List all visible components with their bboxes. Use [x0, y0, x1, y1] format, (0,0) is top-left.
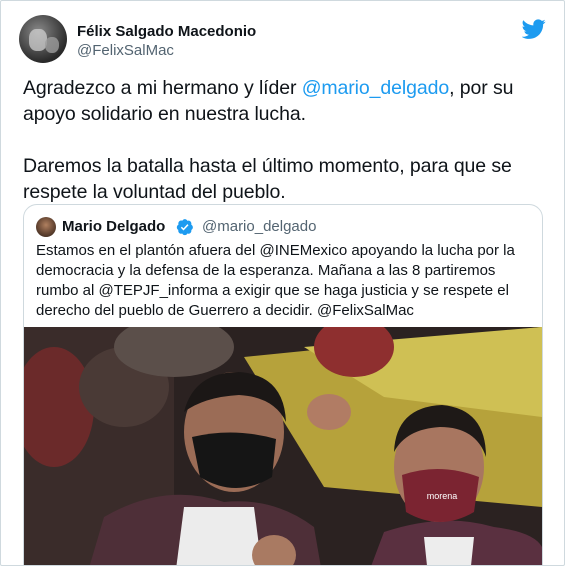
- author-display-name[interactable]: Félix Salgado Macedonio: [77, 22, 256, 41]
- author-avatar[interactable]: [19, 15, 67, 63]
- author-name-block[interactable]: Félix Salgado Macedonio @FelixSalMac: [77, 22, 256, 60]
- photo-illustration: morena: [24, 327, 542, 565]
- mention-link[interactable]: @mario_delgado: [302, 77, 450, 99]
- mask-label: morena: [427, 491, 458, 501]
- author-handle[interactable]: @FelixSalMac: [77, 41, 256, 60]
- tweet-header: Félix Salgado Macedonio @FelixSalMac: [19, 15, 546, 67]
- quoted-tweet-text: Estamos en el plantón afuera del @INEMex…: [36, 242, 515, 319]
- quoted-author-avatar: [36, 217, 56, 237]
- tweet-paragraph-2: Daremos la batalla hasta el último momen…: [23, 155, 512, 203]
- tweet-text: Agradezco a mi hermano y líder @mario_de…: [23, 75, 543, 205]
- quoted-author-handle: @mario_delgado: [202, 218, 317, 235]
- quoted-tweet-photo[interactable]: morena: [24, 327, 542, 565]
- verified-badge-icon: [176, 219, 193, 236]
- quoted-tweet-header: Mario Delgado @mario_delgado: [36, 217, 530, 237]
- tweet-card: Félix Salgado Macedonio @FelixSalMac Agr…: [0, 0, 565, 566]
- tweet-text-part: Agradezco a mi hermano y líder: [23, 77, 302, 99]
- quoted-tweet[interactable]: Mario Delgado @mario_delgado Estamos en …: [23, 204, 543, 565]
- quoted-author-name: Mario Delgado: [62, 218, 166, 235]
- twitter-bird-icon[interactable]: [522, 17, 546, 41]
- tweet-paragraph-1: Agradezco a mi hermano y líder @mario_de…: [23, 75, 543, 127]
